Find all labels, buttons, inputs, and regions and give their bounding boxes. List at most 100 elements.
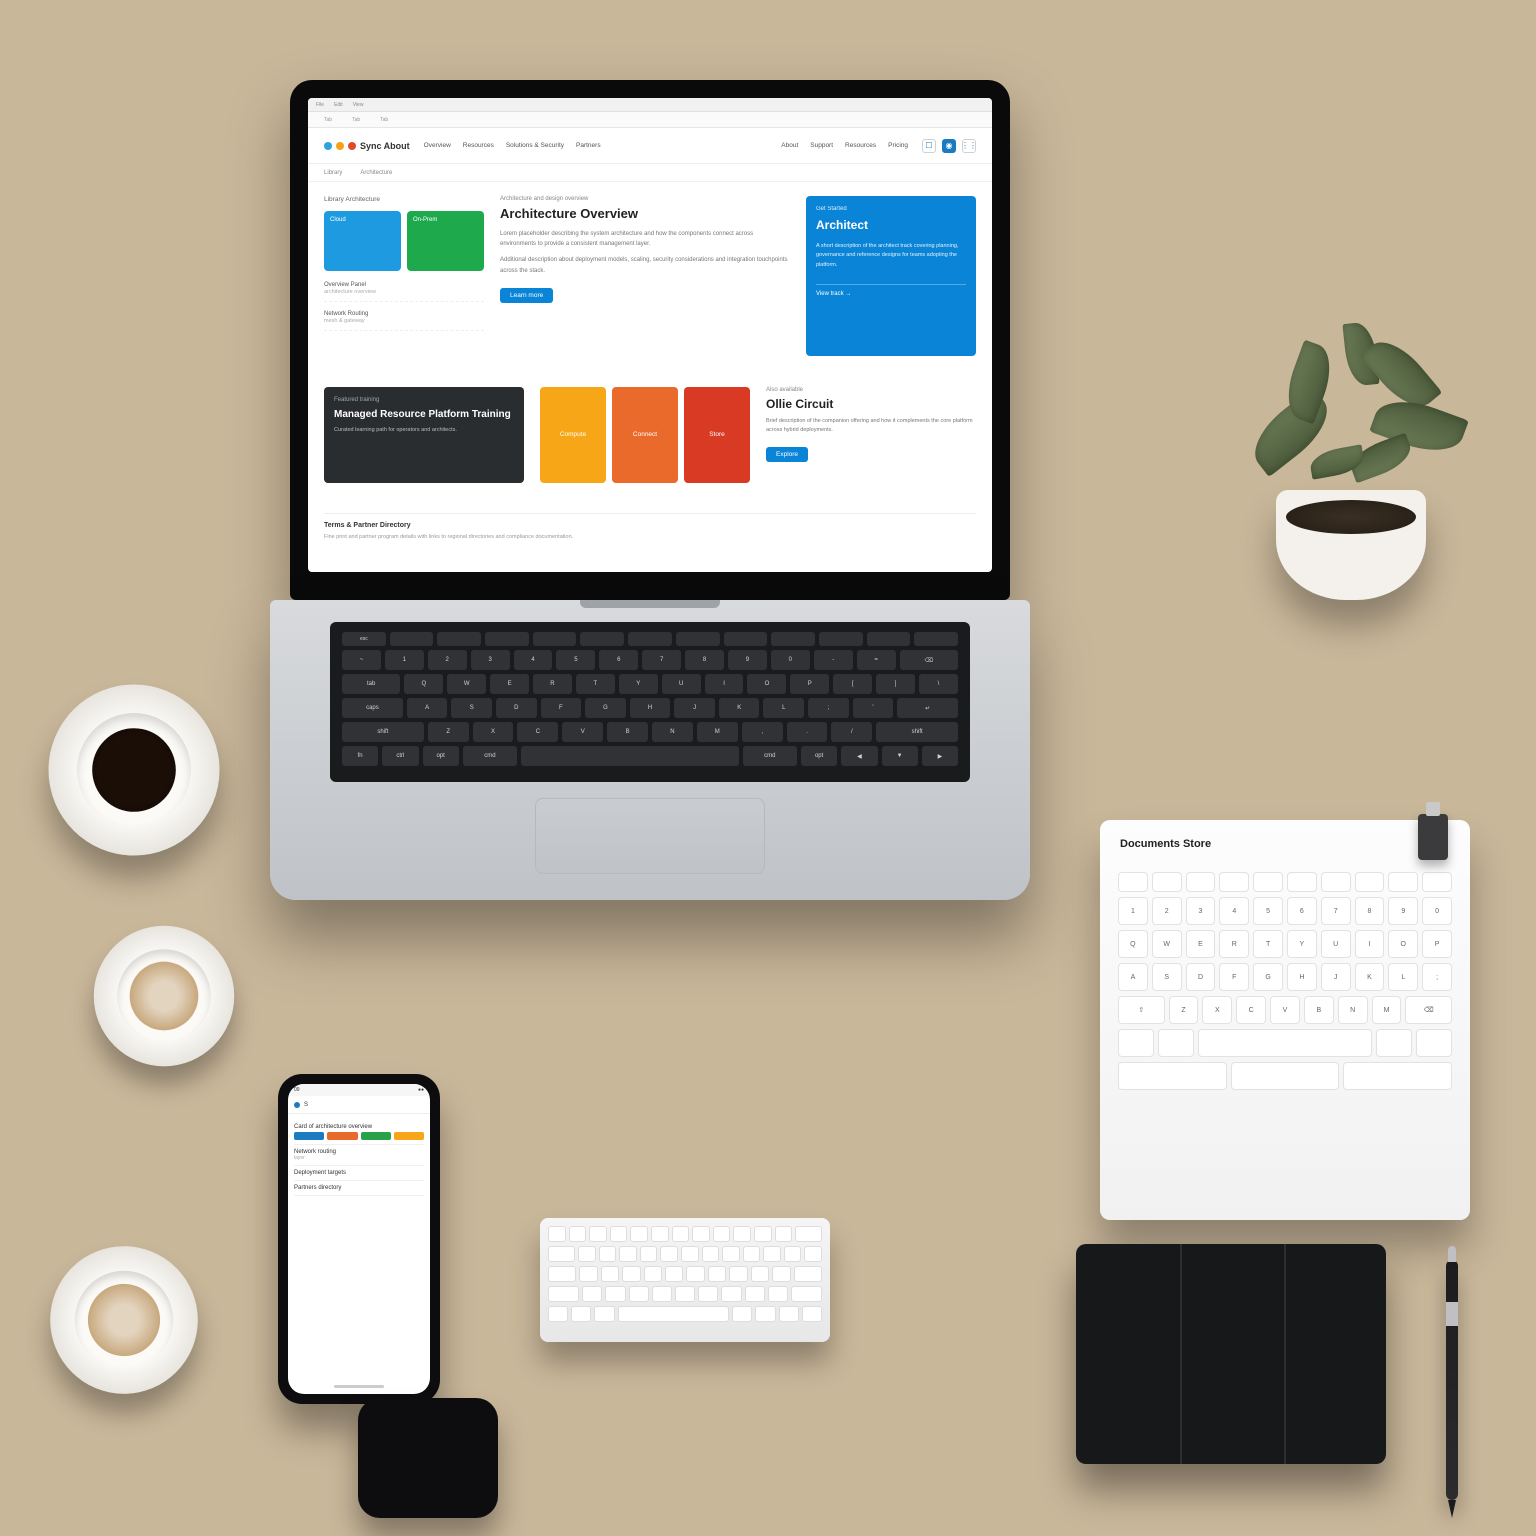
training-card[interactable]: Featured training Managed Resource Platf… xyxy=(324,387,524,483)
menu-item[interactable]: File xyxy=(316,102,324,108)
nav-link[interactable]: About xyxy=(781,142,798,149)
user-icon[interactable]: ◉ xyxy=(942,139,956,153)
article-paragraph: Additional description about deployment … xyxy=(500,255,790,275)
nav-link[interactable]: Resources xyxy=(845,142,876,149)
site-header: Sync About Overview Resources Solutions … xyxy=(308,128,992,164)
sidebar-item-title: Network Routing xyxy=(324,310,484,318)
cart-icon[interactable]: ☐ xyxy=(922,139,936,153)
promo-link[interactable]: View track → xyxy=(816,284,966,297)
browser-tabbar: Tab Tab Tab xyxy=(308,112,992,128)
phone-list-item[interactable]: Network routing layer xyxy=(294,1145,424,1166)
training-kicker: Featured training xyxy=(334,397,514,403)
subnav-link[interactable]: Architecture xyxy=(360,170,392,176)
laptop: File Edit View Tab Tab Tab Sync About Ov… xyxy=(290,80,1010,900)
phone-list-item[interactable]: Card of architecture overview xyxy=(294,1120,424,1145)
sidebar-item[interactable]: Overview Panel architecture overview xyxy=(324,281,484,302)
promo-title: Architect xyxy=(816,218,966,232)
nav-link[interactable]: Solutions & Security xyxy=(506,142,564,149)
pen xyxy=(1446,1260,1458,1500)
nav-link[interactable]: Resources xyxy=(463,142,494,149)
secondary-nav: About Support Resources Pricing xyxy=(781,142,908,149)
status-right: ●● xyxy=(418,1087,424,1093)
tile-connect[interactable]: Connect xyxy=(612,387,678,483)
wireless-keyboard[interactable] xyxy=(540,1218,830,1342)
logo-dot-icon xyxy=(336,142,344,150)
sidebar-list: Overview Panel architecture overview Net… xyxy=(324,281,484,331)
sidebar-card-cloud[interactable]: Cloud xyxy=(324,211,401,271)
plant-pot xyxy=(1276,490,1426,600)
phone-screen: 09 ●● S Card of architecture overview Ne… xyxy=(288,1084,430,1394)
promo-body: A short description of the architect tra… xyxy=(816,242,966,270)
article-heading: Architecture Overview xyxy=(500,206,790,221)
tile-compute[interactable]: Compute xyxy=(540,387,606,483)
browser-menubar: File Edit View xyxy=(308,98,992,112)
site-logo[interactable]: Sync About xyxy=(324,141,410,151)
browser-tab[interactable]: Tab xyxy=(318,115,338,125)
article-paragraph: Lorem placeholder describing the system … xyxy=(500,229,790,249)
footer-title: Terms & Partner Directory xyxy=(324,522,976,529)
sidebar: Library Architecture Cloud On-Prem Overv… xyxy=(324,196,484,371)
status-left: 09 xyxy=(294,1087,300,1093)
phone-list-item[interactable]: Partners directory xyxy=(294,1181,424,1196)
secondary-kicker: Also available xyxy=(766,387,976,393)
apps-icon[interactable]: ⋮⋮ xyxy=(962,139,976,153)
laptop-keyboard[interactable]: esc ~1234567890-=⌫ tabQWERTYUIOP[]\ caps… xyxy=(330,622,970,782)
keypad-tablet[interactable]: Documents Store 1234567890 QWERTYUIOP AS… xyxy=(1100,820,1470,1220)
laptop-screen: File Edit View Tab Tab Tab Sync About Ov… xyxy=(308,98,992,572)
smartphone-off xyxy=(358,1398,498,1518)
header-actions: ☐ ◉ ⋮⋮ xyxy=(922,139,976,153)
learn-more-button[interactable]: Learn more xyxy=(500,288,553,303)
page-footer: Terms & Partner Directory Fine print and… xyxy=(324,513,976,558)
nav-link[interactable]: Support xyxy=(810,142,833,149)
page-content: Library Architecture Cloud On-Prem Overv… xyxy=(308,182,992,572)
chip-icon xyxy=(327,1132,357,1140)
nav-link[interactable]: Partners xyxy=(576,142,601,149)
article-kicker: Architecture and design overview xyxy=(500,196,790,202)
right-rail: Get Started Architect A short descriptio… xyxy=(806,196,976,371)
tile-store[interactable]: Store xyxy=(684,387,750,483)
sidebar-card-onprem[interactable]: On-Prem xyxy=(407,211,484,271)
main-article: Architecture and design overview Archite… xyxy=(500,196,790,371)
browser-tab[interactable]: Tab xyxy=(374,115,394,125)
coffee-cup xyxy=(94,926,234,1066)
nav-link[interactable]: Pricing xyxy=(888,142,908,149)
promo-card[interactable]: Get Started Architect A short descriptio… xyxy=(806,196,976,356)
phone-item-sub: layer xyxy=(294,1155,424,1161)
coffee-cup xyxy=(49,685,220,856)
laptop-hinge xyxy=(580,600,720,608)
sidebar-item-caption: mesh & gateway xyxy=(324,318,484,326)
phone-home-indicator[interactable] xyxy=(288,1378,430,1394)
phone-statusbar: 09 ●● xyxy=(288,1084,430,1096)
sidebar-item-caption: architecture overview xyxy=(324,289,484,297)
laptop-screen-bezel: File Edit View Tab Tab Tab Sync About Ov… xyxy=(290,80,1010,600)
phone-list-item[interactable]: Deployment targets xyxy=(294,1166,424,1181)
laptop-trackpad[interactable] xyxy=(535,798,765,874)
explore-button[interactable]: Explore xyxy=(766,447,808,462)
app-dot-icon xyxy=(294,1102,300,1108)
main-nav: Overview Resources Solutions & Security … xyxy=(424,142,601,149)
potted-plant xyxy=(1236,340,1466,600)
phone-item-title: Partners directory xyxy=(294,1185,424,1191)
category-tiles: Compute Connect Store xyxy=(540,387,750,483)
smartphone: 09 ●● S Card of architecture overview Ne… xyxy=(278,1074,440,1404)
browser-tab[interactable]: Tab xyxy=(346,115,366,125)
nav-link[interactable]: Overview xyxy=(424,142,451,149)
secondary-title: Ollie Circuit xyxy=(766,397,976,411)
sub-nav: Library Architecture xyxy=(308,164,992,182)
logo-dot-icon xyxy=(348,142,356,150)
secondary-article: Also available Ollie Circuit Brief descr… xyxy=(766,387,976,498)
sidebar-title: Library Architecture xyxy=(324,196,484,203)
subnav-link[interactable]: Library xyxy=(324,170,342,176)
chip-icon xyxy=(361,1132,391,1140)
training-body: Curated learning path for operators and … xyxy=(334,426,514,435)
laptop-base: esc ~1234567890-=⌫ tabQWERTYUIOP[]\ caps… xyxy=(270,600,1030,900)
logo-dot-icon xyxy=(324,142,332,150)
menu-item[interactable]: Edit xyxy=(334,102,343,108)
phone-header: S xyxy=(288,1096,430,1114)
chip-icon xyxy=(294,1132,324,1140)
sidebar-item[interactable]: Network Routing mesh & gateway xyxy=(324,310,484,331)
coffee-cup xyxy=(50,1246,198,1394)
menu-item[interactable]: View xyxy=(353,102,364,108)
phone-item-title: Deployment targets xyxy=(294,1170,424,1176)
secondary-body: Brief description of the companion offer… xyxy=(766,417,976,436)
